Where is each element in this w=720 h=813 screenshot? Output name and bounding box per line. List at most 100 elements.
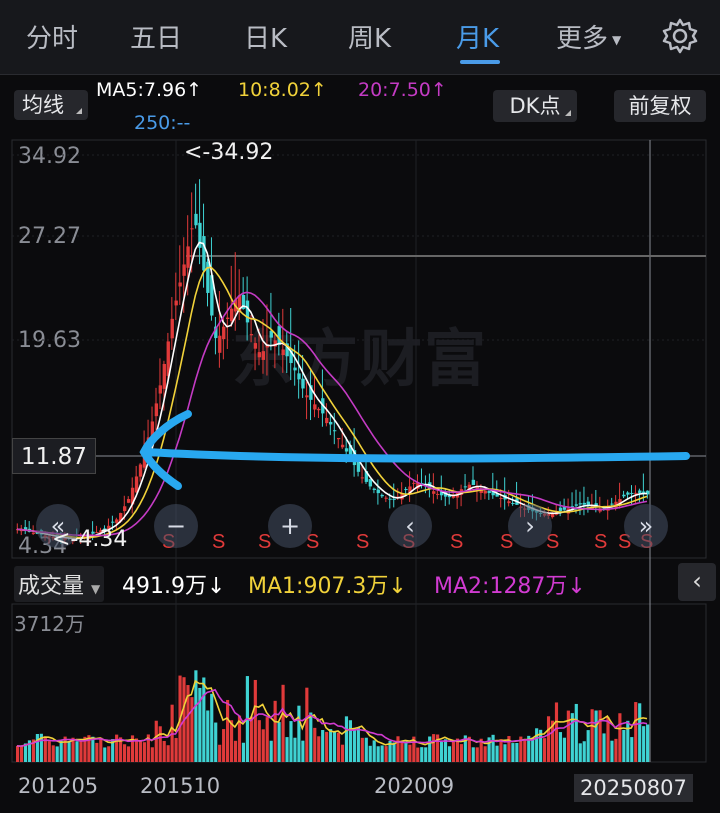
- volume-bar: [297, 705, 301, 762]
- candle: [376, 489, 380, 494]
- volume-bar: [590, 709, 594, 762]
- crosshair-price-label: 11.87: [12, 438, 96, 474]
- candle: [507, 501, 511, 504]
- volume-bar: [598, 710, 602, 762]
- volume-bar: [59, 740, 63, 762]
- collapse-panel-button[interactable]: ‹: [678, 563, 716, 601]
- volume-bar: [336, 732, 341, 762]
- volume-bar: [428, 736, 432, 762]
- volume-bar: [75, 741, 79, 762]
- volume-bar: [269, 740, 273, 762]
- volume-bar: [43, 737, 47, 762]
- volume-bar: [570, 713, 574, 762]
- candle: [388, 498, 392, 500]
- candle: [511, 503, 515, 505]
- chevron-left-icon: ‹: [692, 567, 702, 595]
- volume-bar: [638, 703, 642, 762]
- volume-ma2: MA2:1287万↓: [434, 574, 586, 599]
- volume-bar: [574, 703, 578, 762]
- candle: [626, 492, 630, 495]
- candle: [293, 367, 297, 371]
- volume-bar: [126, 746, 131, 762]
- candle: [281, 349, 285, 356]
- volume-bar: [531, 737, 535, 762]
- volume-bar: [642, 726, 646, 762]
- candle: [630, 492, 634, 494]
- volume-bar: [606, 717, 610, 762]
- candle: [249, 334, 254, 336]
- volume-indicator-button[interactable]: 成交量 ▼: [14, 566, 105, 602]
- candle: [360, 477, 365, 479]
- candle: [404, 488, 408, 491]
- candle: [206, 261, 210, 293]
- volume-bar: [333, 731, 337, 762]
- volume-bar: [364, 737, 368, 762]
- volume-bar: [99, 737, 103, 762]
- volume-bar: [626, 720, 630, 762]
- candle: [313, 404, 317, 410]
- candle: [329, 421, 333, 425]
- volume-bar: [174, 738, 178, 762]
- dropdown-corner-icon: ▼: [91, 582, 101, 596]
- volume-bar: [107, 746, 111, 762]
- candle: [344, 448, 349, 452]
- volume-bar: [344, 716, 349, 762]
- candle: [558, 507, 563, 512]
- candle: [174, 300, 178, 306]
- volume-bar: [154, 720, 158, 762]
- volume-bar: [420, 747, 424, 762]
- candle: [578, 503, 583, 505]
- volume-bar: [535, 728, 539, 762]
- candle: [483, 490, 487, 494]
- volume-bar: [376, 746, 380, 762]
- volume-bar: [265, 717, 269, 762]
- candle: [634, 492, 638, 494]
- sell-signal-marker: S: [594, 531, 607, 553]
- volume-bar: [190, 697, 194, 762]
- sell-signal-marker: S: [450, 531, 463, 553]
- candle: [115, 519, 119, 523]
- volume-bar: [241, 742, 246, 762]
- candle: [325, 417, 329, 424]
- volume-bar: [150, 747, 154, 762]
- ma5-line: [16, 241, 647, 540]
- x-label-2: 201510: [140, 774, 221, 798]
- candle: [269, 330, 273, 338]
- sell-signal-marker: S: [356, 531, 369, 553]
- volume-bar: [447, 746, 452, 762]
- volume-bar: [646, 724, 650, 762]
- volume-bar: [582, 741, 586, 762]
- volume-bar: [210, 693, 214, 762]
- candle: [226, 317, 230, 319]
- candle: [340, 444, 345, 448]
- volume-bar: [566, 710, 570, 762]
- candle: [138, 464, 143, 477]
- ma20-line: [16, 291, 648, 537]
- volume-bar: [610, 740, 614, 762]
- candle: [257, 352, 262, 358]
- volume-bar: [138, 740, 142, 762]
- kline-chart[interactable]: SSSSSSSSSSSS«−+‹›»: [0, 0, 720, 813]
- volume-bar: [321, 730, 325, 762]
- volume-bar: [602, 733, 606, 762]
- volume-bar: [226, 699, 230, 762]
- volume-bar: [360, 737, 364, 762]
- candle: [368, 479, 373, 487]
- volume-bar: [222, 729, 226, 762]
- volume-bar: [523, 739, 527, 762]
- low-price-marker: <-4.34: [52, 527, 128, 552]
- volume-bar: [554, 702, 559, 762]
- volume-bar: [51, 745, 55, 762]
- volume-bar: [499, 739, 503, 762]
- volume-bar: [325, 731, 329, 762]
- candle: [317, 408, 321, 411]
- price-panel-frame: [11, 139, 707, 559]
- candle: [333, 430, 337, 432]
- volume-bar: [622, 729, 626, 762]
- candle: [384, 497, 388, 499]
- candle: [638, 490, 642, 494]
- volume-bar: [372, 740, 376, 762]
- candle: [261, 351, 266, 360]
- x-label-3: 202009: [374, 774, 455, 798]
- volume-bar: [166, 745, 170, 762]
